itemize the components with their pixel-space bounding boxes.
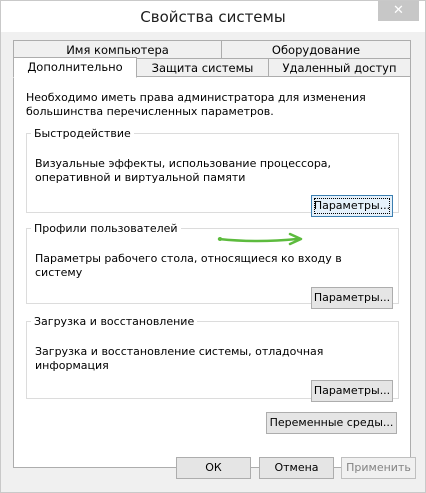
system-properties-window: Свойства системы ✕ Имя компьютера Оборуд…	[0, 0, 426, 493]
startup-recovery-description: Загрузка и восстановление системы, отлад…	[35, 345, 324, 372]
startup-recovery-settings-button[interactable]: Параметры...	[311, 380, 393, 402]
close-icon: ✕	[393, 3, 404, 18]
performance-group: Быстродействие Визуальные эффекты, испол…	[26, 127, 399, 217]
tab-hardware[interactable]: Оборудование	[221, 40, 411, 59]
performance-group-title: Быстродействие	[34, 127, 131, 140]
admin-notice: Необходимо иметь права администратора дл…	[26, 91, 366, 118]
user-profiles-description: Параметры рабочего стола, относящиеся ко…	[35, 252, 342, 279]
apply-button[interactable]: Применить	[341, 457, 416, 479]
user-profiles-group: Профили пользователей Параметры рабочего…	[26, 222, 399, 309]
cancel-button[interactable]: Отмена	[259, 457, 334, 479]
environment-variables-button[interactable]: Переменные среды...	[266, 412, 397, 434]
performance-description: Визуальные эффекты, использование процес…	[35, 157, 332, 184]
startup-recovery-group: Загрузка и восстановление Загрузка и вос…	[26, 315, 399, 402]
startup-recovery-group-title: Загрузка и восстановление	[34, 315, 195, 328]
tab-remote-access[interactable]: Удаленный доступ	[268, 58, 411, 77]
advanced-tab-panel: Необходимо иметь права администратора дл…	[13, 76, 411, 468]
title-bar[interactable]: Свойства системы ✕	[1, 1, 425, 32]
performance-settings-button[interactable]: Параметры...	[311, 195, 393, 217]
user-profiles-group-title: Профили пользователей	[34, 222, 178, 235]
ok-button[interactable]: ОК	[176, 457, 251, 479]
tab-advanced[interactable]: Дополнительно	[13, 57, 137, 78]
close-button[interactable]: ✕	[378, 1, 419, 21]
window-title: Свойства системы	[140, 8, 286, 26]
tab-system-protection[interactable]: Защита системы	[136, 58, 269, 77]
dialog-client-area: Имя компьютера Оборудование Дополнительн…	[8, 32, 418, 485]
user-profiles-settings-button[interactable]: Параметры...	[311, 287, 393, 309]
